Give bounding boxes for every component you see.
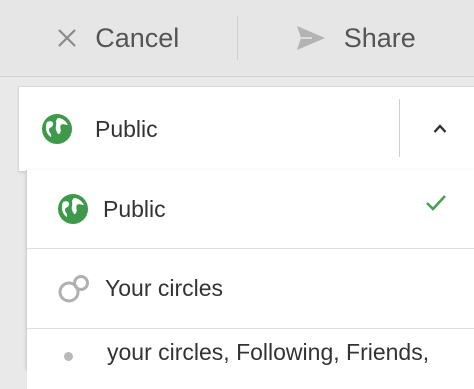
chevron-up-icon[interactable] (423, 113, 457, 143)
checkmark-icon (425, 194, 447, 212)
audience-selector[interactable]: Public (18, 86, 474, 172)
share-label: Share (344, 23, 416, 54)
selected-audience-label: Public (95, 116, 158, 143)
option-your-circles[interactable]: Your circles (27, 249, 474, 329)
share-button[interactable]: Share (238, 0, 474, 76)
dot-icon (64, 352, 73, 361)
action-toolbar: Cancel Share (0, 0, 474, 77)
option-public[interactable]: Public (27, 170, 474, 249)
selector-divider (399, 99, 400, 157)
send-icon (296, 25, 326, 51)
close-icon (57, 28, 77, 48)
option-label: Your circles (105, 275, 223, 302)
audience-dropdown: Public Your circles your circles, Follow… (26, 170, 474, 370)
cancel-button[interactable]: Cancel (0, 0, 237, 76)
option-extended-circles[interactable]: your circles, Following, Friends, (27, 329, 474, 389)
option-label: your circles, Following, Friends, (107, 339, 429, 366)
globe-icon (41, 113, 73, 145)
cancel-label: Cancel (95, 23, 179, 54)
globe-icon (57, 193, 89, 225)
option-label: Public (103, 196, 166, 223)
circles-icon (57, 274, 91, 304)
